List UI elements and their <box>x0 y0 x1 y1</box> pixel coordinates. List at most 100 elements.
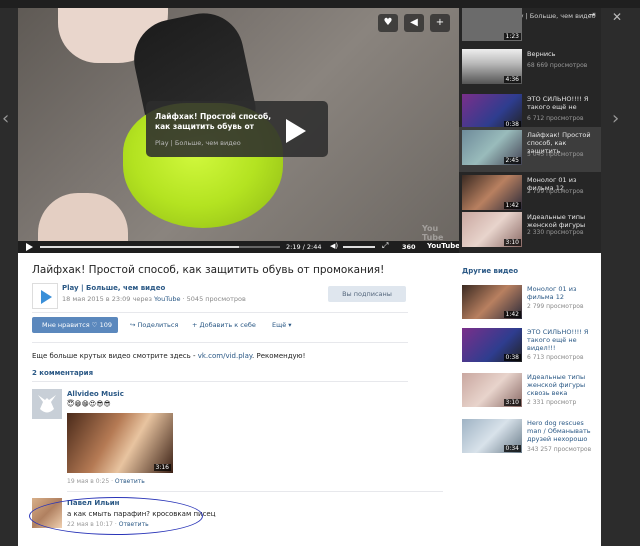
add-label: Добавить к себе <box>199 321 256 329</box>
other-video-thumbnail: 3:10 <box>462 373 522 407</box>
overlay-channel[interactable]: Play | Больше, чем видео <box>155 139 241 147</box>
playlist-item[interactable]: 1:23 <box>459 8 601 48</box>
fullscreen-icon[interactable]: ⤢ <box>382 241 388 251</box>
other-video-duration: 1:42 <box>503 311 521 318</box>
default-avatar-icon <box>38 395 56 413</box>
video-description: Еще больше крутых видео смотрите здесь -… <box>32 352 305 360</box>
playlist-thumbnail: 1:42 <box>462 175 522 210</box>
add-plus-icon[interactable]: + <box>430 14 450 32</box>
playlist-item[interactable]: 4:36 Вернись 68 669 просмотров <box>459 46 601 91</box>
other-video-item[interactable]: 3:10 Идеальные типы женской фигуры сквоз… <box>462 373 597 413</box>
playlist-views: 2 330 просмотров <box>527 229 584 236</box>
other-video-title: ЭТО СИЛЬНО!!!! Я такого ещё не видел!!! <box>527 328 589 352</box>
other-video-item[interactable]: 1:42 Монолог 01 из фильма 12 2 799 просм… <box>462 285 597 325</box>
share-button[interactable]: ↪ Поделиться <box>130 321 178 329</box>
avatar[interactable] <box>32 389 62 419</box>
playlist-duration: 3:10 <box>503 239 521 246</box>
playlist-views: 2 799 просмотров <box>527 188 584 195</box>
attached-video-duration: 3:16 <box>153 464 171 471</box>
other-video-views: 2 331 просмотр <box>527 399 577 406</box>
playlist-views: 6 712 просмотров <box>527 115 584 122</box>
playlist-panel: Видеозаписи Play | Больше, чем видео ⇥ 1… <box>459 8 601 253</box>
channel-logo[interactable] <box>32 283 58 309</box>
volume-slider[interactable] <box>343 246 375 248</box>
views-count: · 5045 просмотров <box>182 295 246 303</box>
description-link[interactable]: vk.com/vid.play <box>198 352 252 360</box>
playlist-title: ЭТО СИЛЬНО!!!! Я такого ещё не <box>527 95 589 111</box>
subscribed-button[interactable]: Вы подписаны <box>328 286 406 302</box>
divider <box>32 342 408 343</box>
time-display: 2:19 / 2:44 <box>286 243 322 251</box>
source-link[interactable]: YouTube <box>154 295 180 303</box>
playlist-item-current[interactable]: 2:45 Лайфхак! Простой способ, как защити… <box>459 127 601 172</box>
quality-selector[interactable]: 360 <box>402 243 416 251</box>
comment-date: 19 мая в 0:25 <box>67 478 110 485</box>
control-play-icon[interactable] <box>26 243 33 251</box>
player-controls: 2:19 / 2:44 ◀) ⤢ 360 YouTube <box>18 241 459 253</box>
playlist-views: 5 045 просмотров <box>527 151 584 158</box>
share-megaphone-icon[interactable]: ◀ <box>404 14 424 32</box>
video-frame-hand-lower <box>38 193 128 241</box>
progress-bar[interactable] <box>40 246 280 248</box>
hand-drawn-annotation-ellipse <box>29 497 203 535</box>
playlist-thumbnail: 0:38 <box>462 94 522 129</box>
channel-name[interactable]: Play | Больше, чем видео <box>62 284 165 292</box>
chevron-down-icon: ▾ <box>286 321 292 329</box>
youtube-logo[interactable]: YouTube <box>427 242 459 250</box>
description-tail: . Рекомендую! <box>252 352 306 360</box>
other-video-duration: 0:38 <box>503 354 521 361</box>
reply-link[interactable]: Ответить <box>115 478 145 485</box>
comment-attached-video[interactable]: 3:16 <box>67 413 173 473</box>
other-video-views: 6 713 просмотров <box>527 354 584 361</box>
other-video-duration: 3:10 <box>503 399 521 406</box>
other-videos-header[interactable]: Другие видео <box>462 267 518 275</box>
youtube-watermark: You Tube <box>422 224 444 242</box>
playlist-item[interactable]: 3:10 Идеальные типы женской фигуры 2 330… <box>459 209 601 253</box>
volume-icon[interactable]: ◀) <box>330 242 338 250</box>
playlist-title: Вернись <box>527 50 556 58</box>
prev-video-arrow-icon[interactable]: ‹ <box>2 110 9 128</box>
add-icon: + <box>192 321 200 329</box>
playlist-title: Идеальные типы женской фигуры <box>527 213 586 229</box>
playlist-duration: 1:42 <box>503 202 521 209</box>
other-video-thumbnail: 0:38 <box>462 328 522 362</box>
comment-meta: 19 мая в 0:25 · Ответить <box>67 478 145 485</box>
video-meta: 18 мая 2015 в 23:09 через YouTube · 5045… <box>62 295 246 303</box>
description-text: Еще больше крутых видео смотрите здесь - <box>32 352 196 360</box>
more-button[interactable]: Ещё ▾ <box>272 321 292 329</box>
playlist-duration: 4:36 <box>503 76 521 83</box>
divider <box>67 491 443 492</box>
other-video-title: Идеальные типы женской фигуры сквозь век… <box>527 373 586 397</box>
other-video-item[interactable]: 0:34 Hero dog rescues man / Обманывать д… <box>462 419 597 459</box>
playlist-views: 68 669 просмотров <box>527 62 588 69</box>
progress-fill <box>40 246 240 248</box>
backdrop-top <box>0 0 640 8</box>
play-icon[interactable] <box>286 119 306 143</box>
backdrop-left <box>0 8 18 546</box>
other-video-duration: 0:34 <box>503 445 521 452</box>
playlist-thumbnail: 1:23 <box>462 8 522 41</box>
other-video-views: 2 799 просмотров <box>527 303 584 310</box>
share-icon: ↪ <box>130 321 138 329</box>
video-title: Лайфхак! Простой способ, как защитить об… <box>32 264 385 276</box>
comment-author[interactable]: Allvideo Music <box>67 390 124 398</box>
other-video-title: Монолог 01 из фильма 12 <box>527 285 577 301</box>
video-page: Лайфхак! Простой способ, как защитить об… <box>18 253 601 546</box>
playlist-thumbnail: 2:45 <box>462 130 522 165</box>
video-player[interactable]: ♥ ◀ + Лайфхак! Простой способ, как защит… <box>18 8 459 253</box>
other-video-thumbnail: 0:34 <box>462 419 522 453</box>
other-video-item[interactable]: 0:38 ЭТО СИЛЬНО!!!! Я такого ещё не виде… <box>462 328 597 368</box>
more-label: Ещё <box>272 321 287 329</box>
next-video-arrow-icon[interactable]: › <box>612 110 619 128</box>
comments-count[interactable]: 2 комментария <box>32 369 93 377</box>
playlist-thumbnail: 3:10 <box>462 212 522 247</box>
like-button[interactable]: Мне нравится ♡ 109 <box>32 317 118 333</box>
divider <box>32 312 408 313</box>
playlist-duration: 1:23 <box>503 33 521 40</box>
close-icon[interactable]: ✕ <box>612 10 622 24</box>
like-heart-icon[interactable]: ♥ <box>378 14 398 32</box>
other-video-title: Hero dog rescues man / Обманывать друзей… <box>527 419 591 443</box>
add-to-mine-button[interactable]: + Добавить к себе <box>192 321 256 329</box>
overlay-title: Лайфхак! Простой способ, как защитить об… <box>155 112 272 131</box>
play-logo-icon <box>41 290 52 304</box>
